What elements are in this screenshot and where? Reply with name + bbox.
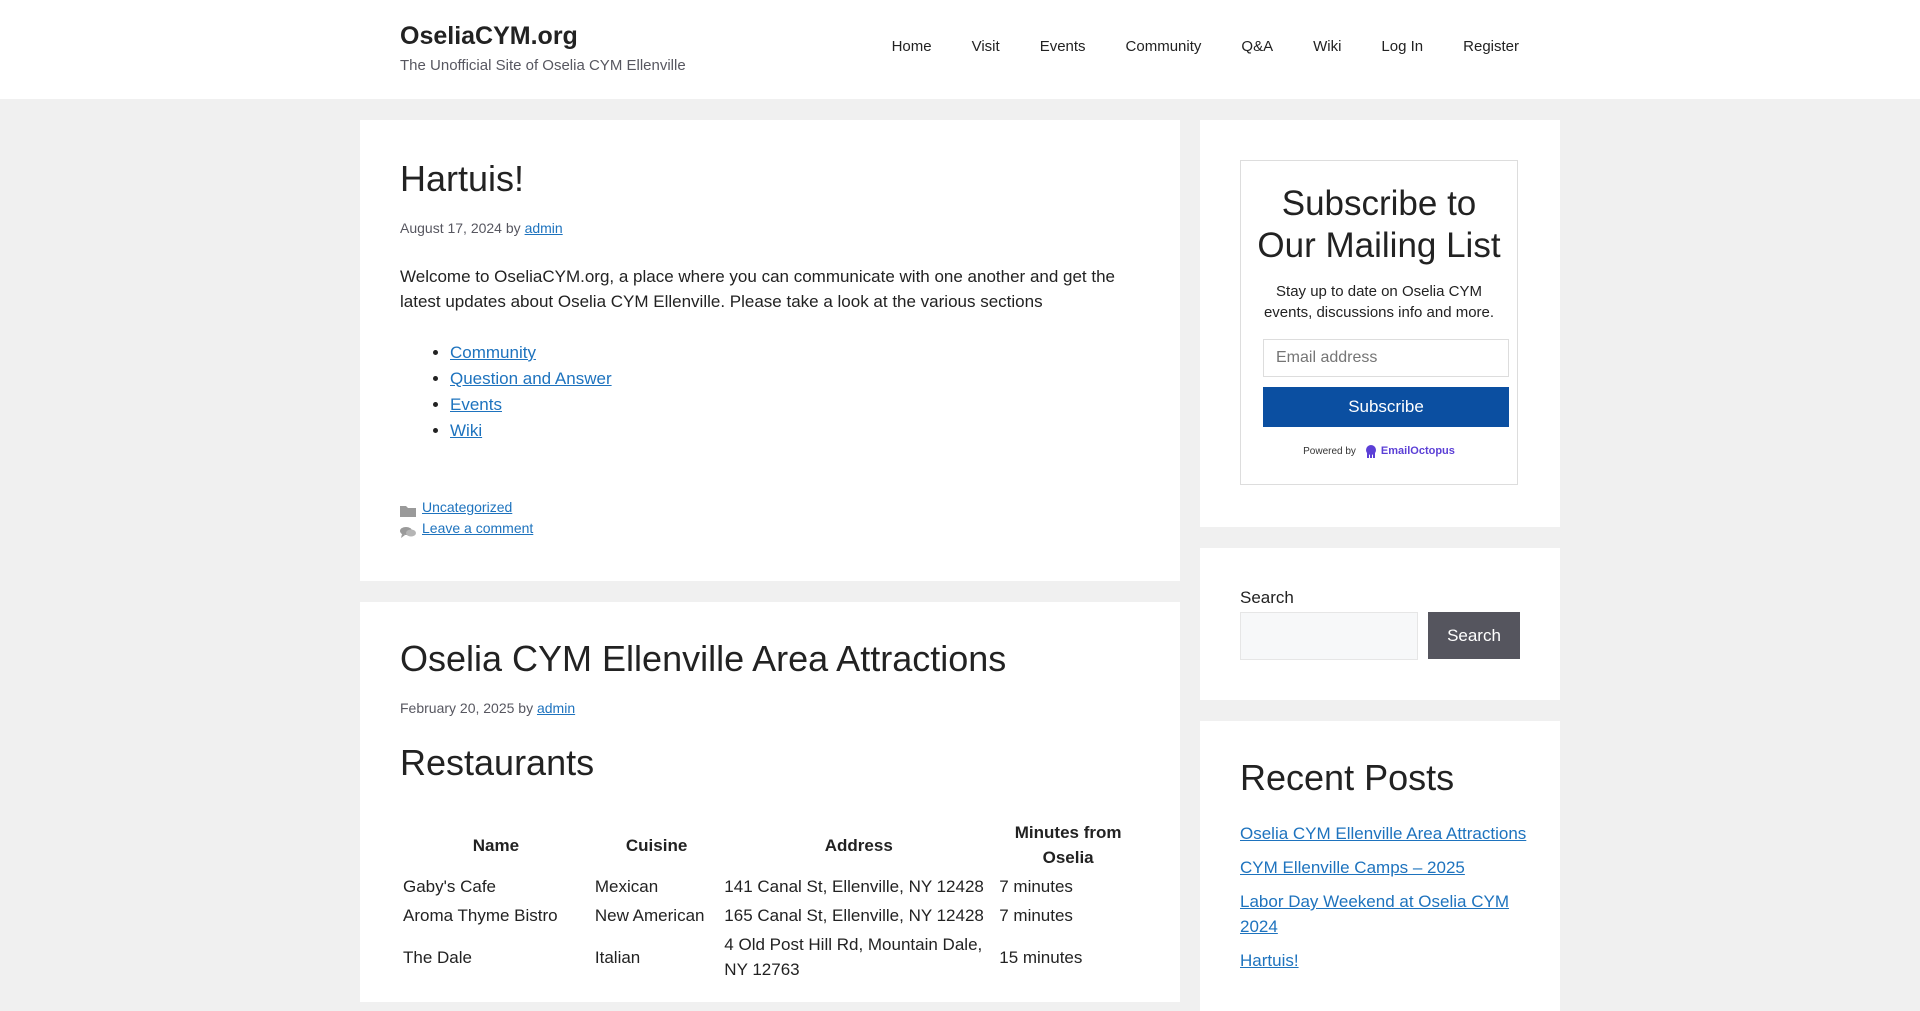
- subscribe-form: Subscribe to Our Mailing List Stay up to…: [1240, 160, 1518, 485]
- recent-post-link[interactable]: Oselia CYM Ellenville Area Attractions: [1240, 824, 1526, 843]
- link-community[interactable]: Community: [450, 343, 536, 362]
- email-field[interactable]: [1263, 339, 1509, 377]
- post-by: by: [505, 220, 521, 236]
- cell-cuisine: New American: [594, 906, 705, 925]
- post-meta: August 17, 2024 by admin: [400, 220, 563, 236]
- subscribe-button[interactable]: Subscribe: [1263, 387, 1509, 427]
- post-title[interactable]: Hartuis!: [400, 158, 524, 200]
- post-category: Uncategorized: [400, 497, 533, 518]
- link-events[interactable]: Events: [450, 395, 502, 414]
- post-title[interactable]: Oselia CYM Ellenville Area Attractions: [400, 638, 1006, 680]
- column-header-address: Address: [824, 835, 893, 855]
- post-meta: February 20, 2025 by admin: [400, 700, 575, 716]
- subscribe-widget: Subscribe to Our Mailing List Stay up to…: [1200, 120, 1560, 527]
- post-area-attractions: Oselia CYM Ellenville Area Attractions F…: [360, 602, 1180, 1002]
- list-item: Wiki: [450, 418, 612, 444]
- cell-name: The Dale: [403, 947, 472, 967]
- site-tagline: The Unofficial Site of Oselia CYM Ellenv…: [400, 57, 686, 74]
- search-widget: Search Search: [1200, 548, 1560, 700]
- cell-minutes: 7 minutes: [999, 906, 1073, 925]
- nav-register[interactable]: Register: [1423, 38, 1519, 55]
- restaurants-heading: Restaurants: [400, 742, 595, 783]
- recent-post-link[interactable]: Labor Day Weekend at Oselia CYM 2024: [1240, 892, 1509, 936]
- search-input[interactable]: [1240, 612, 1418, 660]
- restaurants-table: Name Cuisine Address Minutes from Oselia…: [400, 818, 1140, 984]
- nav-wiki[interactable]: Wiki: [1273, 38, 1341, 55]
- subscribe-description: Stay up to date on Oselia CYM events, di…: [1263, 283, 1495, 321]
- link-question-and-answer[interactable]: Question and Answer: [450, 369, 612, 388]
- list-item: Question and Answer: [450, 366, 612, 392]
- nav-qa[interactable]: Q&A: [1201, 38, 1273, 55]
- column-header-name: Name: [472, 835, 520, 855]
- emailoctopus-logo[interactable]: EmailOctopus: [1364, 444, 1455, 458]
- post-footer: Uncategorized Leave a comment: [400, 497, 533, 539]
- search-button[interactable]: Search: [1428, 612, 1520, 659]
- post-author-link[interactable]: admin: [537, 700, 575, 716]
- emailoctopus-label: EmailOctopus: [1380, 445, 1455, 457]
- cell-cuisine: Italian: [594, 947, 641, 967]
- nav-home[interactable]: Home: [852, 38, 932, 55]
- nav-events[interactable]: Events: [1000, 38, 1086, 55]
- link-wiki[interactable]: Wiki: [450, 421, 482, 440]
- list-item: Events: [450, 392, 612, 418]
- post-author-link[interactable]: admin: [525, 220, 563, 236]
- list-item: Community: [450, 340, 612, 366]
- cell-name: Aroma Thyme Bistro: [403, 906, 558, 925]
- table-header-row: Name Cuisine Address Minutes from Oselia: [400, 818, 1140, 872]
- list-item: Hartuis!: [1240, 948, 1530, 973]
- cell-address: 165 Canal St, Ellenville, NY 12428: [724, 906, 984, 925]
- table-row: The Dale Italian 4 Old Post Hill Rd, Mou…: [400, 930, 1140, 984]
- post-by: by: [518, 700, 534, 716]
- list-item: Oselia CYM Ellenville Area Attractions: [1240, 821, 1530, 846]
- table-row: Aroma Thyme Bistro New American 165 Cana…: [400, 901, 1140, 930]
- cell-cuisine: Mexican: [594, 877, 659, 896]
- cell-address: 141 Canal St, Ellenville, NY 12428: [724, 877, 984, 896]
- cell-minutes: 15 minutes: [999, 947, 1083, 967]
- nav-visit[interactable]: Visit: [932, 38, 1000, 55]
- section-links-list: Community Question and Answer Events Wik…: [450, 340, 612, 444]
- post-date: August 17, 2024: [400, 220, 502, 236]
- nav-log-in[interactable]: Log In: [1341, 38, 1423, 55]
- table-row: Gaby's Cafe Mexican 141 Canal St, Ellenv…: [400, 872, 1140, 901]
- cell-address: 4 Old Post Hill Rd, Mountain Dale, NY 12…: [724, 935, 983, 979]
- recent-posts-title: Recent Posts: [1240, 757, 1455, 798]
- recent-posts-widget: Recent Posts Oselia CYM Ellenville Area …: [1200, 721, 1560, 1011]
- post-body: Welcome to OseliaCYM.org, a place where …: [400, 267, 1116, 311]
- search-label: Search: [1240, 588, 1294, 607]
- recent-post-link[interactable]: CYM Ellenville Camps – 2025: [1240, 858, 1465, 877]
- category-link[interactable]: Uncategorized: [422, 497, 512, 518]
- site-header: OseliaCYM.org The Unofficial Site of Ose…: [0, 0, 1920, 99]
- comments-icon: [400, 523, 416, 538]
- site-branding: OseliaCYM.org The Unofficial Site of Ose…: [400, 22, 686, 74]
- nav-community[interactable]: Community: [1086, 38, 1202, 55]
- subscribe-title: Subscribe to Our Mailing List: [1257, 184, 1501, 265]
- folder-icon: [400, 502, 416, 517]
- recent-posts-list: Oselia CYM Ellenville Area Attractions C…: [1240, 821, 1530, 982]
- list-item: CYM Ellenville Camps – 2025: [1240, 855, 1530, 880]
- powered-by: Powered by EmailOctopus: [1241, 444, 1517, 458]
- cell-minutes: 7 minutes: [999, 877, 1073, 896]
- site-title-link[interactable]: OseliaCYM.org: [400, 22, 686, 51]
- leave-comment-link[interactable]: Leave a comment: [422, 518, 533, 539]
- post-date: February 20, 2025: [400, 700, 515, 716]
- powered-by-label: Powered by: [1303, 445, 1356, 457]
- cell-name: Gaby's Cafe: [403, 877, 497, 896]
- column-header-minutes: Minutes from Oselia: [1014, 823, 1122, 867]
- post-comments: Leave a comment: [400, 518, 533, 539]
- recent-post-link[interactable]: Hartuis!: [1240, 951, 1299, 970]
- column-header-cuisine: Cuisine: [625, 835, 688, 855]
- main-navigation: Home Visit Events Community Q&A Wiki Log…: [852, 38, 1519, 55]
- post-hartuis: Hartuis! August 17, 2024 by admin Welcom…: [360, 120, 1180, 581]
- list-item: Labor Day Weekend at Oselia CYM 2024: [1240, 889, 1530, 939]
- octopus-icon: [1365, 445, 1376, 458]
